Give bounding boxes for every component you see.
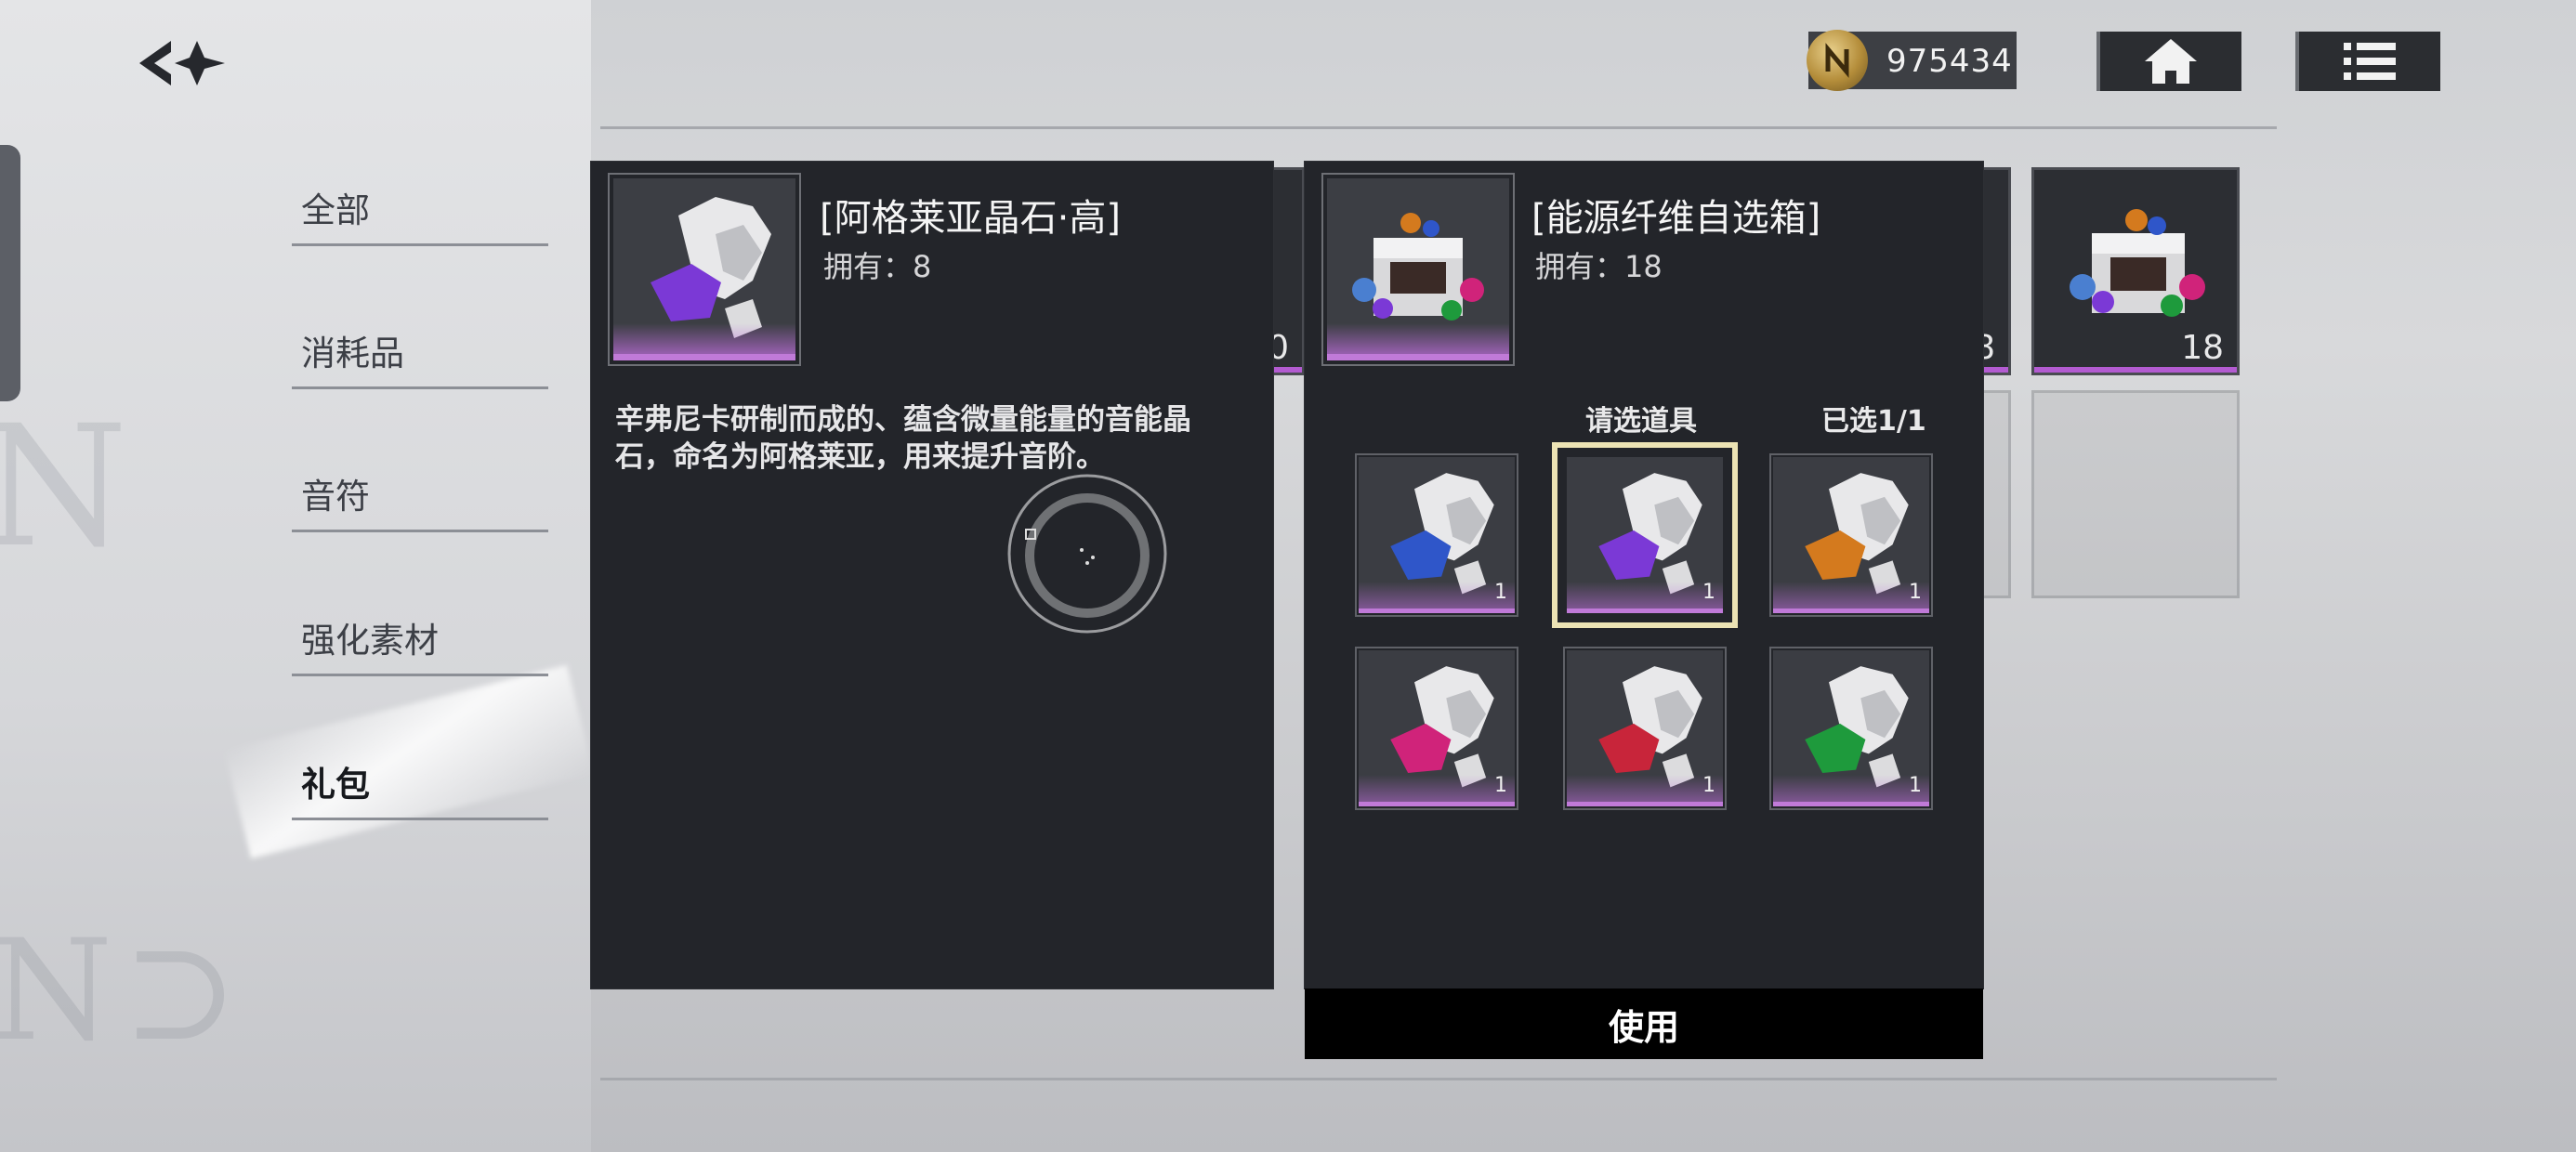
category-label: 礼包 [301,765,370,805]
item-thumbnail [608,173,801,366]
selected-counter: 已选1/1 [1821,405,1926,438]
category-tab-all[interactable]: 全部 [292,178,548,246]
home-button[interactable] [2096,32,2241,91]
option-crystal-red[interactable]: 1 [1563,647,1727,810]
option-crystal-blue[interactable]: 1 [1355,453,1518,617]
category-tab-gift-packs[interactable]: 礼包 [292,753,548,820]
option-crystal-green[interactable]: 1 [1769,647,1933,810]
option-crystal-purple-selected[interactable]: 1 [1552,442,1738,628]
option-count: 1 [1702,581,1715,604]
category-label: 音符 [301,477,370,517]
category-tab-consumables[interactable]: 消耗品 [292,321,548,389]
category-label: 消耗品 [301,334,404,373]
loading-ring-decoration [1007,474,1167,634]
option-count: 1 [1494,774,1507,797]
box-owned-count: 拥有：18 [1535,249,1663,284]
inventory-slot-gift-box[interactable]: 18 [2031,167,2240,375]
sidebar: N N⊃ 全部 消耗品 音符 强化素材 礼包 [0,0,594,1152]
item-owned-count: 拥有：8 [823,249,932,284]
home-icon [2145,39,2197,84]
box-thumbnail [1321,173,1515,366]
gift-box-icon [2070,209,2205,317]
category-tab-notes[interactable]: 音符 [292,465,548,532]
item-title: [阿格莱亚晶石·高] [820,197,1121,240]
category-tab-enhance-materials[interactable]: 强化素材 [292,609,548,676]
background-watermark: N [0,390,138,584]
option-crystal-orange[interactable]: 1 [1769,453,1933,617]
background-watermark-bottom: N⊃ [0,910,248,1072]
slot-count: 18 [2181,329,2224,367]
option-count: 1 [1702,774,1715,797]
option-count: 1 [1909,774,1922,797]
side-drawer-handle[interactable] [0,145,20,401]
use-button[interactable]: 使用 [1305,988,1983,1059]
category-label: 全部 [301,190,370,230]
option-crystal-pink[interactable]: 1 [1355,647,1518,810]
currency-amount: 975434 [1886,43,2013,80]
option-count: 1 [1494,581,1507,604]
category-label: 强化素材 [301,621,439,661]
option-count: 1 [1909,581,1922,604]
menu-button[interactable] [2295,32,2440,91]
back-button[interactable] [136,33,232,93]
back-diamond-icon [139,41,225,85]
list-menu-icon [2344,43,2396,80]
box-title: [能源纤维自选箱] [1531,197,1821,240]
currency-display[interactable]: 975434 [1807,30,2017,91]
item-description: 辛弗尼卡研制而成的、蕴含微量能量的音能晶石，命名为阿格莱亚，用来提升音阶。 [615,403,1191,474]
select-prompt: 请选道具 [1585,405,1697,438]
coin-icon [1807,30,1868,91]
inventory-slot-empty[interactable] [2031,390,2240,598]
divider-bottom [600,1078,2277,1080]
divider-top [600,126,2277,129]
